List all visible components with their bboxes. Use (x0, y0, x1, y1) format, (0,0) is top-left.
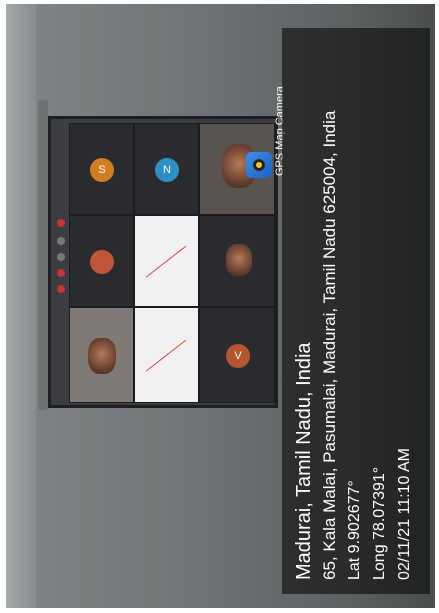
participant-tile (69, 215, 134, 307)
address-line: 65, Kala Malai, Pasumalai, Madurai, Tami… (320, 110, 339, 580)
share-icon (57, 269, 65, 277)
participant-avatar (90, 250, 114, 274)
participant-blank-tile (134, 307, 199, 403)
mic-icon (57, 237, 65, 245)
location-info-panel: Madurai, Tamil Nadu, India 65, Kala Mala… (282, 28, 430, 594)
projector-screen-roller (38, 100, 48, 410)
participant-tile (199, 215, 275, 307)
call-controls (53, 215, 69, 315)
participant-face (226, 244, 252, 276)
participant-avatar: N (155, 158, 179, 182)
projected-video-call: S N V (48, 116, 278, 408)
end-call-icon (57, 219, 65, 227)
camera-icon (57, 253, 65, 261)
latitude: Lat 9.902677° (346, 480, 363, 580)
gps-map-camera-app-icon (246, 152, 272, 178)
participant-video-tile (69, 307, 134, 403)
datetime: 02/11/21 11:10 AM (396, 448, 413, 580)
wall-light (6, 4, 36, 608)
location-info-text: Madurai, Tamil Nadu, India 65, Kala Mala… (282, 28, 430, 594)
participant-avatar: S (90, 158, 114, 182)
camera-photo: S N V GPS Map Camera Madurai, Tamil Nadu… (6, 4, 435, 608)
participant-tile: N (134, 123, 199, 215)
participant-tile: S (69, 123, 134, 215)
city-line: Madurai, Tamil Nadu, India (293, 342, 315, 580)
participant-face (88, 338, 116, 374)
record-icon (57, 285, 65, 293)
participant-avatar: V (226, 344, 250, 368)
photo-frame: S N V GPS Map Camera Madurai, Tamil Nadu… (0, 0, 439, 613)
participant-tile: V (199, 307, 275, 403)
longitude: Long 78.07391° (371, 466, 388, 580)
participant-blank-tile (134, 215, 199, 307)
